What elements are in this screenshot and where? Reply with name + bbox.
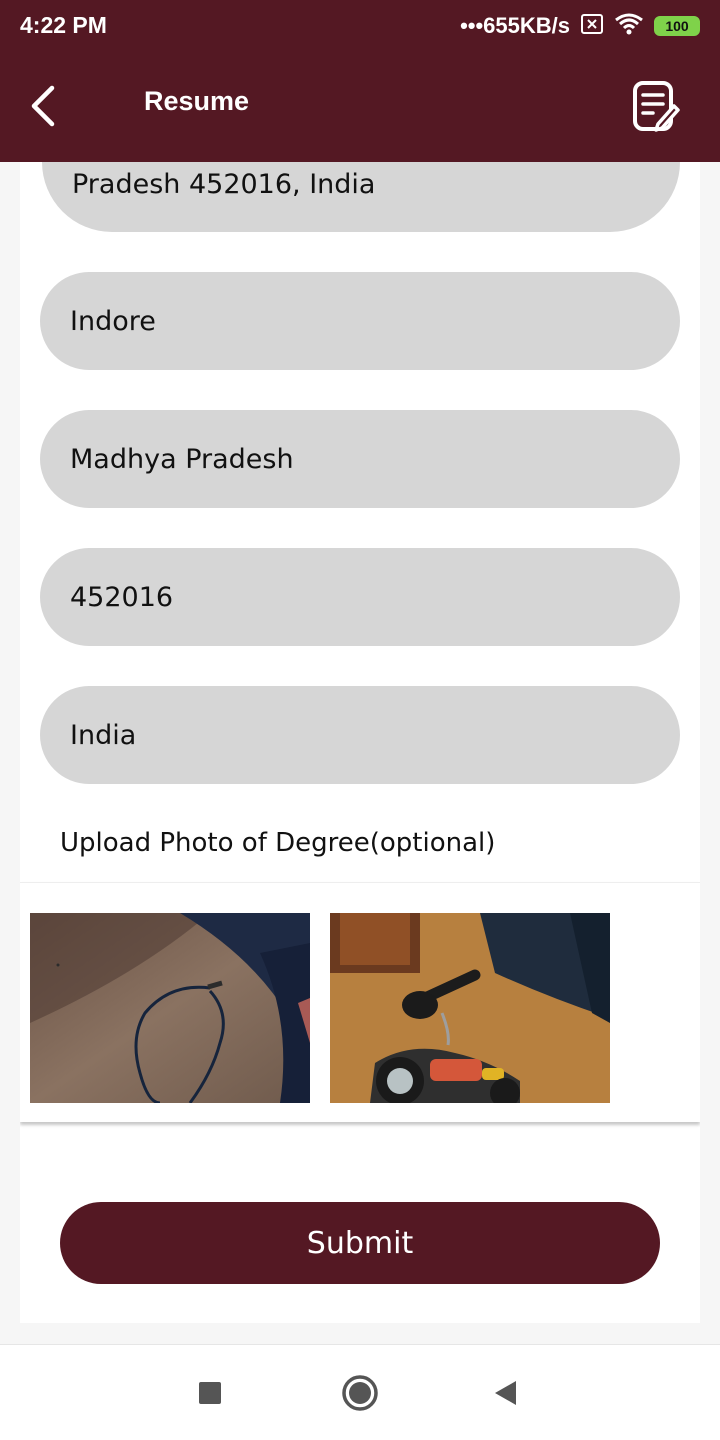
status-bar: 4:22 PM •••655KB/s 100 xyxy=(0,0,720,54)
back-triangle-icon xyxy=(495,1381,516,1405)
edit-document-icon xyxy=(633,81,680,132)
recents-button[interactable] xyxy=(198,1381,222,1409)
address-field[interactable]: Pradesh 452016, India xyxy=(42,162,680,232)
wifi-icon xyxy=(614,12,644,40)
state-value: Madhya Pradesh xyxy=(70,443,294,475)
pincode-value: 452016 xyxy=(70,581,174,613)
city-value: Indore xyxy=(70,305,156,337)
system-nav-bar xyxy=(0,1344,720,1440)
state-field[interactable]: Madhya Pradesh xyxy=(40,410,680,508)
back-button[interactable] xyxy=(22,84,66,128)
battery-icon: 100 xyxy=(654,16,700,36)
back-arrow-icon xyxy=(31,85,55,127)
recents-square-icon xyxy=(199,1382,221,1404)
resume-form: Pradesh 452016, India Indore Madhya Prad… xyxy=(20,162,700,1323)
sim-x-icon xyxy=(580,13,604,39)
submit-label: Submit xyxy=(306,1225,414,1261)
country-field[interactable]: India xyxy=(40,686,680,784)
city-field[interactable]: Indore xyxy=(40,272,680,370)
address-value: Pradesh 452016, India xyxy=(72,169,376,200)
battery-level: 100 xyxy=(665,18,689,34)
upload-photo-label: Upload Photo of Degree(optional) xyxy=(60,828,496,858)
pincode-field[interactable]: 452016 xyxy=(40,548,680,646)
status-icons: •••655KB/s 100 xyxy=(460,12,700,40)
submit-button[interactable]: Submit xyxy=(60,1202,660,1284)
network-speed: •••655KB/s xyxy=(460,13,570,38)
degree-photo-1[interactable] xyxy=(30,913,310,1103)
degree-photos-card xyxy=(20,882,700,1122)
status-time: 4:22 PM xyxy=(20,12,107,38)
edit-document-button[interactable] xyxy=(632,80,682,136)
degree-photo-2[interactable] xyxy=(330,913,610,1103)
country-value: India xyxy=(70,719,137,751)
home-button[interactable] xyxy=(341,1374,379,1416)
app-bar: Resume xyxy=(0,54,720,162)
home-circle-icon xyxy=(342,1375,378,1411)
back-nav-button[interactable] xyxy=(492,1379,520,1411)
page-title: Resume xyxy=(144,86,250,116)
